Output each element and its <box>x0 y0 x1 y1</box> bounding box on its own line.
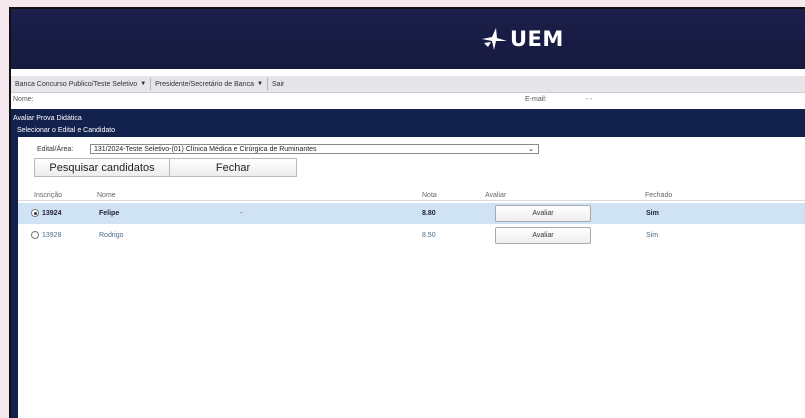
edital-row: Edital/Área: 131/2024-Teste Seletivo-(01… <box>18 144 805 156</box>
cell-fechado: Sim <box>646 210 659 217</box>
caret-down-icon: ▼ <box>256 81 263 87</box>
action-buttons: Pesquisar candidatos Fechar <box>34 158 297 177</box>
edital-select[interactable]: 131/2024-Teste Seletivo-(01) Clínica Méd… <box>90 144 539 154</box>
cell-nome: Felipe <box>99 210 120 217</box>
edital-selected-value: 131/2024-Teste Seletivo-(01) Clínica Méd… <box>94 146 317 153</box>
menu-banca-concurso[interactable]: Banca Concurso Publico/Teste Seletivo ▼ <box>11 76 150 92</box>
panel-title: Avaliar Prova Didática <box>13 115 82 122</box>
header-inscricao: Inscrição <box>34 192 63 199</box>
menu-sair[interactable]: Sair <box>268 76 288 92</box>
email-value: - - <box>586 96 593 103</box>
pesquisar-candidatos-button[interactable]: Pesquisar candidatos <box>34 158 170 177</box>
email-label: E-mail: <box>525 96 547 103</box>
menu-banca-label: Banca Concurso Publico/Teste Seletivo <box>15 80 138 88</box>
table-header: Inscrição Nome Nota Avaliar Fechado <box>18 190 805 200</box>
uem-logo: UEM <box>480 25 564 53</box>
cell-fechado: Sim <box>646 232 659 239</box>
edital-label: Edital/Área: <box>37 146 74 153</box>
cell-inscricao: 13924 <box>42 210 62 217</box>
nome-label: Nome: <box>13 96 34 103</box>
avaliar-button[interactable]: Avaliar <box>495 205 591 222</box>
cell-nome-extra: - <box>240 210 243 217</box>
header-nota: Nota <box>422 192 437 199</box>
row-radio[interactable] <box>31 231 39 239</box>
table-row[interactable]: 13928 Rodrigo 8.50 Avaliar Sim <box>18 225 805 246</box>
header-avaliar: Avaliar <box>485 192 507 199</box>
header-divider <box>18 200 805 201</box>
row-radio-selected[interactable] <box>31 209 39 217</box>
header-bar: UEM <box>11 9 805 69</box>
app-window: UEM Banca Concurso Publico/Teste Seletiv… <box>9 7 805 418</box>
cell-nota: 8.50 <box>422 232 436 239</box>
menu-sair-label: Sair <box>271 80 285 88</box>
cell-nota: 8.80 <box>422 210 436 217</box>
menu-bar: Banca Concurso Publico/Teste Seletivo ▼ … <box>11 76 805 93</box>
logo-text: UEM <box>510 27 564 51</box>
panel-content: Edital/Área: 131/2024-Teste Seletivo-(01… <box>18 137 805 418</box>
avaliar-button[interactable]: Avaliar <box>495 227 591 244</box>
menu-presidente-label: Presidente/Secretário de Banca <box>155 80 254 88</box>
table-row[interactable]: 13924 Felipe - 8.80 Avaliar Sim <box>18 203 805 224</box>
fechar-button[interactable]: Fechar <box>170 158 297 177</box>
chevron-down-icon: ⌄ <box>528 146 534 153</box>
caret-down-icon: ▼ <box>140 81 147 87</box>
user-info-bar: Nome: E-mail: - - <box>11 95 805 106</box>
menu-presidente-secretario[interactable]: Presidente/Secretário de Banca ▼ <box>151 76 267 92</box>
subpanel-title: Selecionar o Edital e Candidato <box>17 127 116 134</box>
uem-star-icon <box>482 28 507 50</box>
cell-inscricao: 13928 <box>42 232 62 239</box>
header-nome: Nome <box>97 192 116 199</box>
cell-nome: Rodrigo <box>99 232 124 239</box>
header-fechado: Fechado <box>645 192 673 199</box>
